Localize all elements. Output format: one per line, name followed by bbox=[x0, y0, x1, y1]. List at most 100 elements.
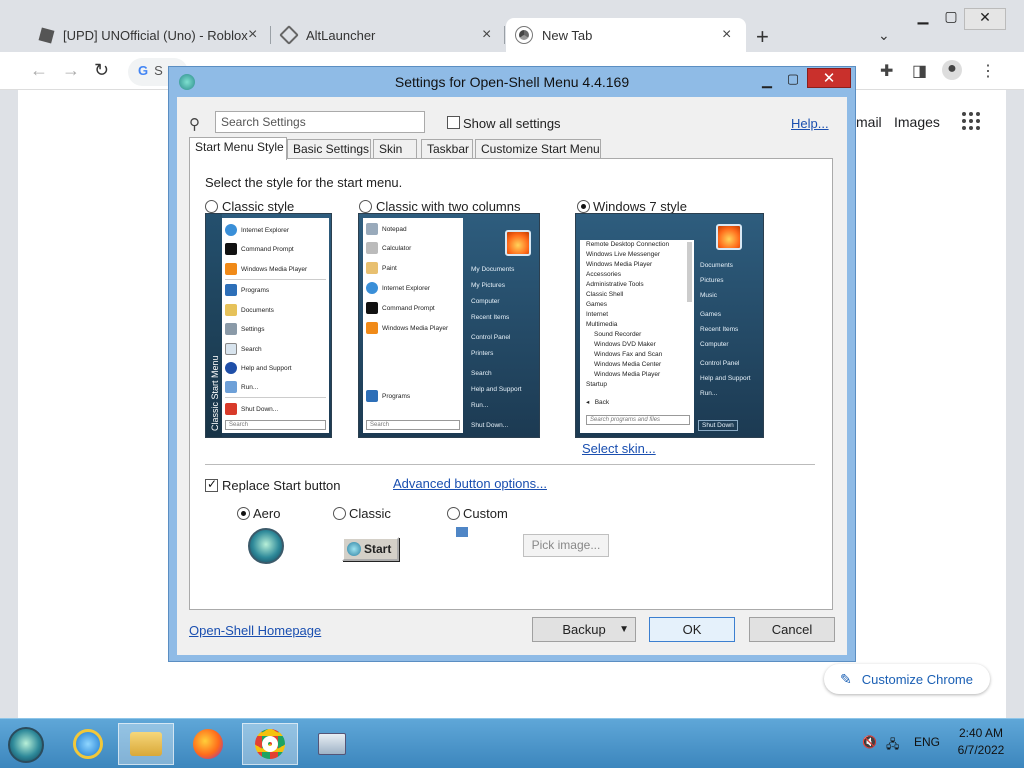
custom-button-radio[interactable] bbox=[447, 507, 460, 520]
list-item: Games bbox=[700, 311, 721, 318]
classic-style-preview[interactable]: Classic Start Menu Internet Explorer Com… bbox=[205, 213, 332, 438]
profile-icon[interactable]: ● bbox=[942, 60, 962, 80]
list-item: Internet Explorer bbox=[225, 224, 289, 236]
help-link[interactable]: Help... bbox=[791, 116, 829, 131]
list-item: Control Panel bbox=[700, 360, 740, 367]
list-item: Shut Down... bbox=[471, 422, 509, 429]
tab-search-button[interactable]: ⌄ bbox=[878, 27, 890, 44]
taskbar-internet-explorer[interactable] bbox=[60, 723, 116, 765]
classic-style-radio[interactable] bbox=[205, 200, 218, 213]
documents-icon bbox=[225, 304, 237, 316]
classic-menu-list: Internet Explorer Command Prompt Windows… bbox=[222, 218, 329, 433]
close-button[interactable]: ✕ bbox=[964, 8, 1006, 30]
close-tab-icon[interactable]: × bbox=[482, 26, 491, 44]
two-columns-style-radio[interactable] bbox=[359, 200, 372, 213]
two-columns-style-preview[interactable]: Notepad Calculator Paint Internet Explor… bbox=[358, 213, 540, 438]
network-icon[interactable]: 🖧 bbox=[886, 735, 899, 756]
back-icon[interactable]: ← bbox=[30, 60, 48, 81]
roblox-icon bbox=[38, 27, 55, 43]
search-icon: ⚲ bbox=[189, 116, 200, 133]
back-arrow-icon: ◂ bbox=[586, 399, 595, 406]
list-item: Paint bbox=[366, 262, 397, 274]
media-player-icon bbox=[225, 263, 237, 275]
ok-button[interactable]: OK bbox=[649, 617, 735, 642]
tab-start-menu-style[interactable]: Start Menu Style bbox=[189, 137, 287, 160]
aero-button-label: Aero bbox=[253, 506, 281, 521]
list-item: Classic Shell bbox=[586, 291, 624, 298]
taskbar-firefox[interactable] bbox=[180, 723, 236, 765]
taskbar-task-manager[interactable] bbox=[304, 723, 360, 765]
pencil-icon: ✎ bbox=[840, 670, 852, 687]
gmail-link[interactable]: mail bbox=[856, 114, 882, 130]
replace-start-button-checkbox[interactable] bbox=[205, 477, 218, 492]
classic-button-radio[interactable] bbox=[333, 507, 346, 520]
dialog-minimize-button[interactable]: ▁ bbox=[759, 73, 775, 89]
clock[interactable]: 2:40 AM 6/7/2022 bbox=[946, 725, 1016, 759]
side-panel-icon[interactable]: ◨ bbox=[912, 61, 927, 81]
backup-button[interactable]: Backup ▼ bbox=[532, 617, 636, 642]
dialog-maximize-button[interactable]: ▢ bbox=[785, 71, 801, 87]
extensions-icon[interactable]: ✚ bbox=[880, 61, 893, 81]
start-orb-icon[interactable] bbox=[8, 727, 44, 763]
two-columns-search-box: Search bbox=[366, 420, 460, 430]
list-item: Printers bbox=[471, 350, 494, 357]
programs-icon bbox=[366, 390, 378, 402]
classic-start-label: Start bbox=[364, 542, 392, 556]
select-skin-link[interactable]: Select skin... bbox=[582, 441, 656, 456]
chrome-icon bbox=[515, 26, 533, 44]
list-item: Recent Items bbox=[700, 326, 739, 333]
tab-skin[interactable]: Skin bbox=[373, 139, 417, 159]
close-tab-icon[interactable]: × bbox=[248, 26, 257, 44]
dialog-titlebar[interactable]: Settings for Open-Shell Menu 4.4.169 ▁ ▢… bbox=[169, 67, 855, 97]
tab-taskbar[interactable]: Taskbar bbox=[421, 139, 473, 159]
volume-muted-icon[interactable]: 🔇 bbox=[862, 735, 877, 749]
maximize-button[interactable]: ▢ bbox=[936, 8, 966, 30]
tab-strip: [UPD] UNOfficial (Uno) - Roblox AltLaunc… bbox=[0, 0, 1024, 52]
windows7-style-preview[interactable]: Remote Desktop Connection Windows Live M… bbox=[575, 213, 764, 438]
tab-customize-start-menu[interactable]: Customize Start Menu bbox=[475, 139, 601, 159]
open-shell-homepage-link[interactable]: Open-Shell Homepage bbox=[189, 623, 321, 638]
language-indicator[interactable]: ENG bbox=[914, 735, 940, 749]
advanced-button-options-link[interactable]: Advanced button options... bbox=[393, 476, 547, 491]
list-item: Multimedia bbox=[586, 321, 618, 328]
tab-title: New Tab bbox=[542, 27, 593, 43]
pick-image-button[interactable]: Pick image... bbox=[523, 534, 609, 557]
dialog-title: Settings for Open-Shell Menu 4.4.169 bbox=[394, 74, 630, 90]
images-link[interactable]: Images bbox=[894, 114, 940, 130]
taskbar-chrome[interactable] bbox=[242, 723, 298, 765]
new-tab-button[interactable]: + bbox=[756, 24, 769, 50]
list-item: Documents bbox=[700, 262, 733, 269]
scrollbar bbox=[687, 242, 692, 302]
tab-basic-settings[interactable]: Basic Settings bbox=[287, 139, 371, 159]
taskbar-file-explorer[interactable] bbox=[118, 723, 174, 765]
apps-grid-icon[interactable] bbox=[962, 112, 980, 130]
search-icon bbox=[225, 343, 237, 355]
tab-altlauncher[interactable]: AltLauncher bbox=[272, 18, 502, 52]
forward-icon[interactable]: → bbox=[62, 60, 80, 81]
minimize-button[interactable]: ▁ bbox=[908, 8, 938, 30]
list-item: Programs bbox=[225, 284, 269, 296]
shutdown-icon bbox=[225, 403, 237, 415]
list-item: Windows Media Player bbox=[225, 263, 307, 275]
taskbar: 🔇 🖧 ENG 2:40 AM 6/7/2022 bbox=[0, 718, 1024, 768]
dialog-close-button[interactable]: ✕ bbox=[807, 68, 851, 88]
list-item: Administrative Tools bbox=[586, 281, 644, 288]
tab-new-tab[interactable]: New Tab bbox=[506, 18, 746, 52]
backup-label: Backup bbox=[562, 622, 606, 637]
list-item: Computer bbox=[471, 298, 500, 305]
internet-explorer-icon bbox=[225, 224, 237, 236]
customize-chrome-button[interactable]: ✎ Customize Chrome bbox=[824, 664, 990, 694]
menu-icon[interactable]: ⋮ bbox=[980, 61, 996, 81]
windows7-style-radio[interactable] bbox=[577, 200, 590, 213]
close-tab-icon[interactable]: × bbox=[722, 26, 731, 44]
show-all-settings-checkbox[interactable] bbox=[447, 116, 460, 129]
tab-roblox[interactable]: [UPD] UNOfficial (Uno) - Roblox bbox=[30, 18, 270, 52]
reload-icon[interactable]: ↻ bbox=[94, 60, 109, 81]
aero-button-radio[interactable] bbox=[237, 507, 250, 520]
cancel-button[interactable]: Cancel bbox=[749, 617, 835, 642]
search-settings-input[interactable] bbox=[215, 111, 425, 133]
list-item: Search bbox=[471, 370, 492, 377]
monitor-icon bbox=[318, 733, 346, 755]
list-item: Games bbox=[586, 301, 607, 308]
list-item: Run... bbox=[225, 381, 258, 393]
